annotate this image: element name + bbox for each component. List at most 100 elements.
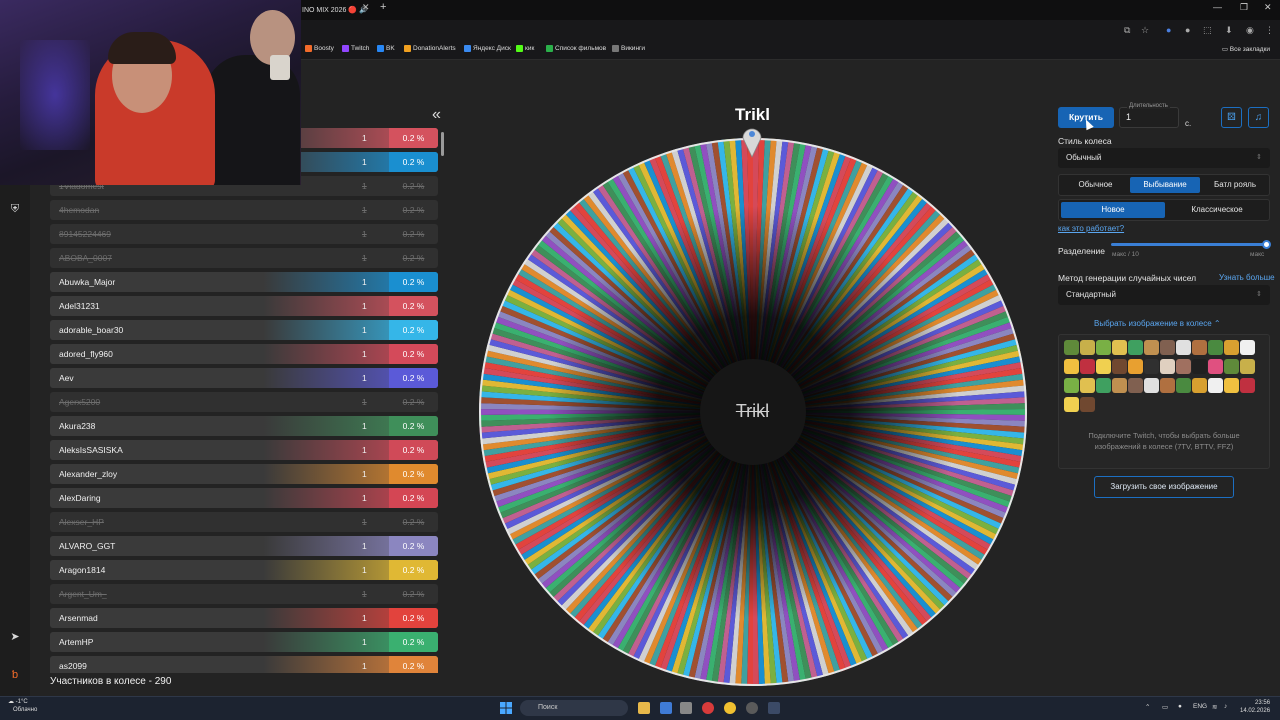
participant-count-cell[interactable]: 1 xyxy=(362,296,367,316)
participant-count-cell[interactable]: 1 xyxy=(362,560,367,580)
emote-option[interactable] xyxy=(1192,340,1207,355)
participant-count-cell[interactable]: 1 xyxy=(362,368,367,388)
emote-option[interactable] xyxy=(1208,378,1223,393)
participant-count-cell[interactable]: 1 xyxy=(362,464,367,484)
bookmark-boosty[interactable]: Boosty xyxy=(305,45,334,52)
list-item[interactable]: Arsenmad 1 0.2 % xyxy=(50,608,438,628)
telegram-icon[interactable]: ➤ xyxy=(8,630,22,644)
emote-option[interactable] xyxy=(1224,340,1239,355)
calculator-icon[interactable] xyxy=(680,702,692,714)
extension-icon-2[interactable]: ● xyxy=(1185,25,1190,35)
extensions-puzzle-icon[interactable]: ⬚ xyxy=(1203,25,1212,36)
tab-submode-classic[interactable]: Классическое xyxy=(1165,202,1269,218)
emote-option[interactable] xyxy=(1128,359,1143,374)
tray-volume-icon[interactable]: ♪ xyxy=(1224,703,1227,710)
emote-option[interactable] xyxy=(1240,340,1255,355)
emote-option[interactable] xyxy=(1096,359,1111,374)
list-item[interactable]: Alexser_HP 1 0.2 % xyxy=(50,512,438,532)
participant-count-cell[interactable]: 1 xyxy=(362,176,367,196)
emote-option[interactable] xyxy=(1176,378,1191,393)
list-item[interactable]: as2099 1 0.2 % xyxy=(50,656,438,673)
emote-option[interactable] xyxy=(1064,340,1079,355)
taskbar-search[interactable]: Поиск xyxy=(520,700,628,716)
emote-option[interactable] xyxy=(1080,397,1095,412)
tray-chevron-icon[interactable]: ⌃ xyxy=(1145,703,1150,711)
list-item[interactable]: Akura238 1 0.2 % xyxy=(50,416,438,436)
music-icon[interactable]: ♫ xyxy=(1248,107,1269,128)
wheel-style-select[interactable]: Обычный ⇕ xyxy=(1058,148,1270,168)
app-icon[interactable] xyxy=(660,702,672,714)
bookmark-films[interactable]: Список фильмов xyxy=(546,45,606,52)
tray-mic-icon[interactable]: ● xyxy=(1178,703,1182,710)
list-item[interactable]: Adel31231 1 0.2 % xyxy=(50,296,438,316)
all-bookmarks[interactable]: ▭ Все закладки xyxy=(1222,45,1270,53)
emote-option[interactable] xyxy=(1240,378,1255,393)
bookmark-star-icon[interactable]: ☆ xyxy=(1141,25,1149,36)
emote-option[interactable] xyxy=(1112,340,1127,355)
collapse-list-icon[interactable]: « xyxy=(432,106,441,124)
emote-option[interactable] xyxy=(1160,359,1175,374)
profile-avatar[interactable]: ◉ xyxy=(1246,25,1254,36)
tab-mode-normal[interactable]: Обычное xyxy=(1063,177,1128,193)
list-item[interactable]: adored_fly960 1 0.2 % xyxy=(50,344,438,364)
chrome-icon[interactable] xyxy=(724,702,736,714)
opera-icon[interactable] xyxy=(702,702,714,714)
participant-count-cell[interactable]: 1 xyxy=(362,224,367,244)
list-item[interactable]: 4hemodan 1 0.2 % xyxy=(50,200,438,220)
participant-count-cell[interactable]: 1 xyxy=(362,344,367,364)
image-toggle-link[interactable]: Выбрать изображение в колесе ⌃ xyxy=(1094,319,1221,328)
emote-option[interactable] xyxy=(1064,378,1079,393)
extension-icon[interactable]: ● xyxy=(1166,25,1171,35)
list-item[interactable]: 89145224469 1 0.2 % xyxy=(50,224,438,244)
participant-count-cell[interactable]: 1 xyxy=(362,272,367,292)
emote-option[interactable] xyxy=(1080,359,1095,374)
participant-count-cell[interactable]: 1 xyxy=(362,584,367,604)
participant-count-cell[interactable]: 1 xyxy=(362,392,367,412)
rng-select[interactable]: Стандартный ⇕ xyxy=(1058,285,1270,305)
emote-option[interactable] xyxy=(1160,340,1175,355)
list-scrollbar[interactable] xyxy=(441,132,444,156)
split-slider-thumb[interactable] xyxy=(1262,240,1271,249)
list-item[interactable]: ArtemHP 1 0.2 % xyxy=(50,632,438,652)
taskbar-clock[interactable]: 23:56 14.02.2026 xyxy=(1240,699,1270,715)
tray-lang[interactable]: ENG xyxy=(1193,703,1207,710)
close-window-icon[interactable]: ✕ xyxy=(1264,2,1272,13)
upload-image-button[interactable]: Загрузить свое изображение xyxy=(1094,476,1234,498)
downloads-icon[interactable]: ⬇ xyxy=(1225,25,1233,36)
rng-learn-more-link[interactable]: Узнать больше xyxy=(1219,273,1275,282)
list-item[interactable]: Argent_Um_ 1 0.2 % xyxy=(50,584,438,604)
participant-count-cell[interactable]: 1 xyxy=(362,200,367,220)
list-item[interactable]: AleksIsSASISKA 1 0.2 % xyxy=(50,440,438,460)
emote-option[interactable] xyxy=(1144,340,1159,355)
emote-option[interactable] xyxy=(1144,359,1159,374)
list-item[interactable]: Alexander_zloy 1 0.2 % xyxy=(50,464,438,484)
emote-option[interactable] xyxy=(1224,378,1239,393)
list-item[interactable]: AlexDaring 1 0.2 % xyxy=(50,488,438,508)
emote-option[interactable] xyxy=(1208,359,1223,374)
tab-close-icon[interactable]: ✕ xyxy=(362,2,370,13)
emote-option[interactable] xyxy=(1128,378,1143,393)
active-app-icon[interactable] xyxy=(768,702,780,714)
emote-option[interactable] xyxy=(1064,359,1079,374)
participant-count-cell[interactable]: 1 xyxy=(362,440,367,460)
minimize-icon[interactable]: — xyxy=(1213,2,1222,12)
participant-count-cell[interactable]: 1 xyxy=(362,248,367,268)
bookmark-vk[interactable]: BK xyxy=(377,45,395,52)
bookmark-vikings[interactable]: Викинги xyxy=(612,45,645,52)
list-item[interactable]: adorable_boar30 1 0.2 % xyxy=(50,320,438,340)
dice-icon[interactable]: ⚄ xyxy=(1221,107,1242,128)
emote-option[interactable] xyxy=(1208,340,1223,355)
how-it-works-link[interactable]: как это работает? xyxy=(1058,224,1124,233)
emote-option[interactable] xyxy=(1192,359,1207,374)
list-item[interactable]: Agerx5200 1 0.2 % xyxy=(50,392,438,412)
emote-option[interactable] xyxy=(1128,340,1143,355)
emote-option[interactable] xyxy=(1176,359,1191,374)
windows-start-icon[interactable] xyxy=(500,702,512,714)
participant-count-cell[interactable]: 1 xyxy=(362,128,367,148)
bookmark-kick[interactable]: кик xyxy=(516,45,534,52)
emote-option[interactable] xyxy=(1112,359,1127,374)
bookmark-twitch[interactable]: Twitch xyxy=(342,45,369,52)
bookmark-donationalerts[interactable]: DonationAlerts xyxy=(404,45,456,52)
tab-submode-new[interactable]: Новое xyxy=(1061,202,1165,218)
participant-count-cell[interactable]: 1 xyxy=(362,152,367,172)
